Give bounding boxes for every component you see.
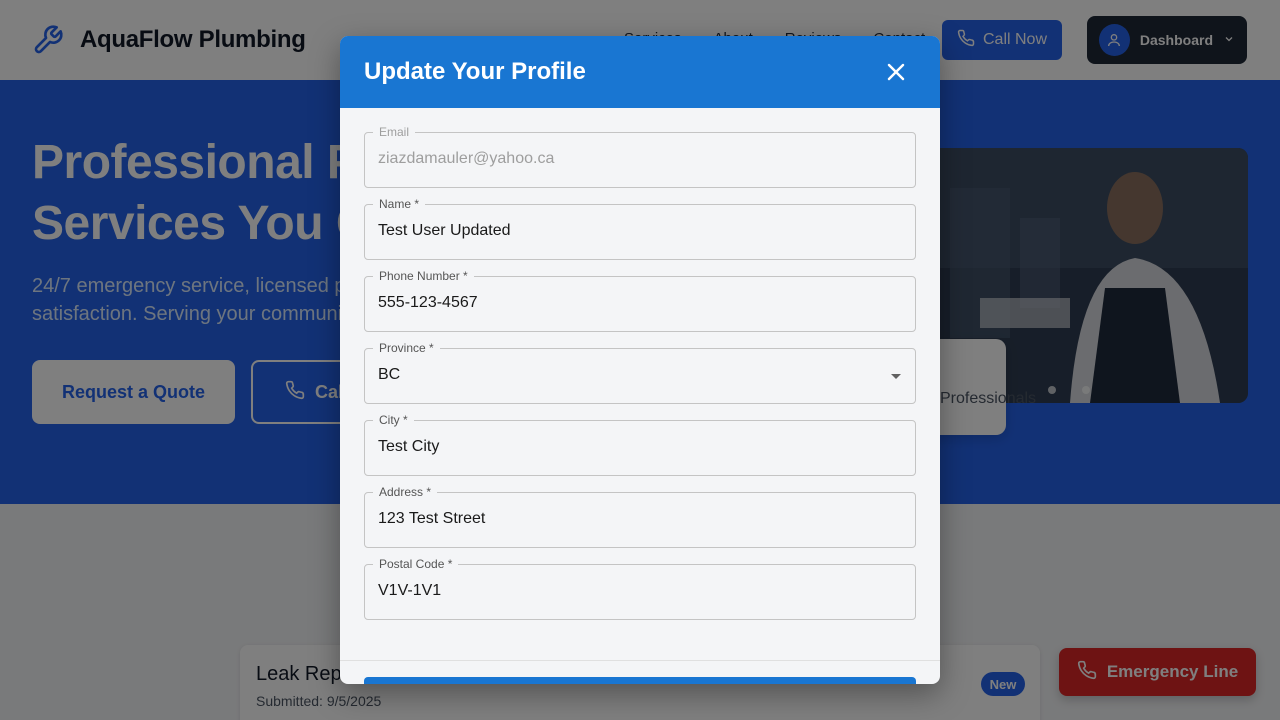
email-label: Email — [373, 123, 416, 141]
address-field[interactable]: Address * 123 Test Street — [364, 483, 916, 548]
postal-code-value: V1V-1V1 — [378, 582, 442, 599]
dialog-divider — [340, 660, 940, 661]
city-value: Test City — [378, 438, 440, 455]
dropdown-arrow-icon — [891, 374, 901, 379]
city-field[interactable]: City * Test City — [364, 411, 916, 476]
address-label: Address * — [373, 483, 438, 501]
city-label: City * — [373, 411, 414, 429]
province-value: BC — [378, 366, 401, 383]
postal-code-label: Postal Code * — [373, 555, 459, 573]
name-value: Test User Updated — [378, 222, 511, 239]
save-profile-button[interactable] — [364, 677, 916, 684]
phone-number-field[interactable]: Phone Number * 555-123-4567 — [364, 267, 916, 332]
name-label: Name * — [373, 195, 426, 213]
province-label: Province * — [373, 339, 440, 357]
email-value: ziazdamauler@yahoo.ca — [378, 150, 555, 167]
email-field: Email ziazdamauler@yahoo.ca — [364, 123, 916, 188]
close-icon[interactable] — [880, 56, 912, 88]
phone-number-value: 555-123-4567 — [378, 294, 478, 311]
name-field[interactable]: Name * Test User Updated — [364, 195, 916, 260]
postal-code-field[interactable]: Postal Code * V1V-1V1 — [364, 555, 916, 620]
phone-number-label: Phone Number * — [373, 267, 474, 285]
address-value: 123 Test Street — [378, 510, 486, 527]
province-select[interactable]: Province * BC — [364, 339, 916, 404]
dialog-header: Update Your Profile — [340, 36, 940, 108]
update-profile-dialog: Update Your Profile Email ziazdamauler@y… — [340, 36, 940, 684]
dialog-title: Update Your Profile — [364, 58, 586, 85]
